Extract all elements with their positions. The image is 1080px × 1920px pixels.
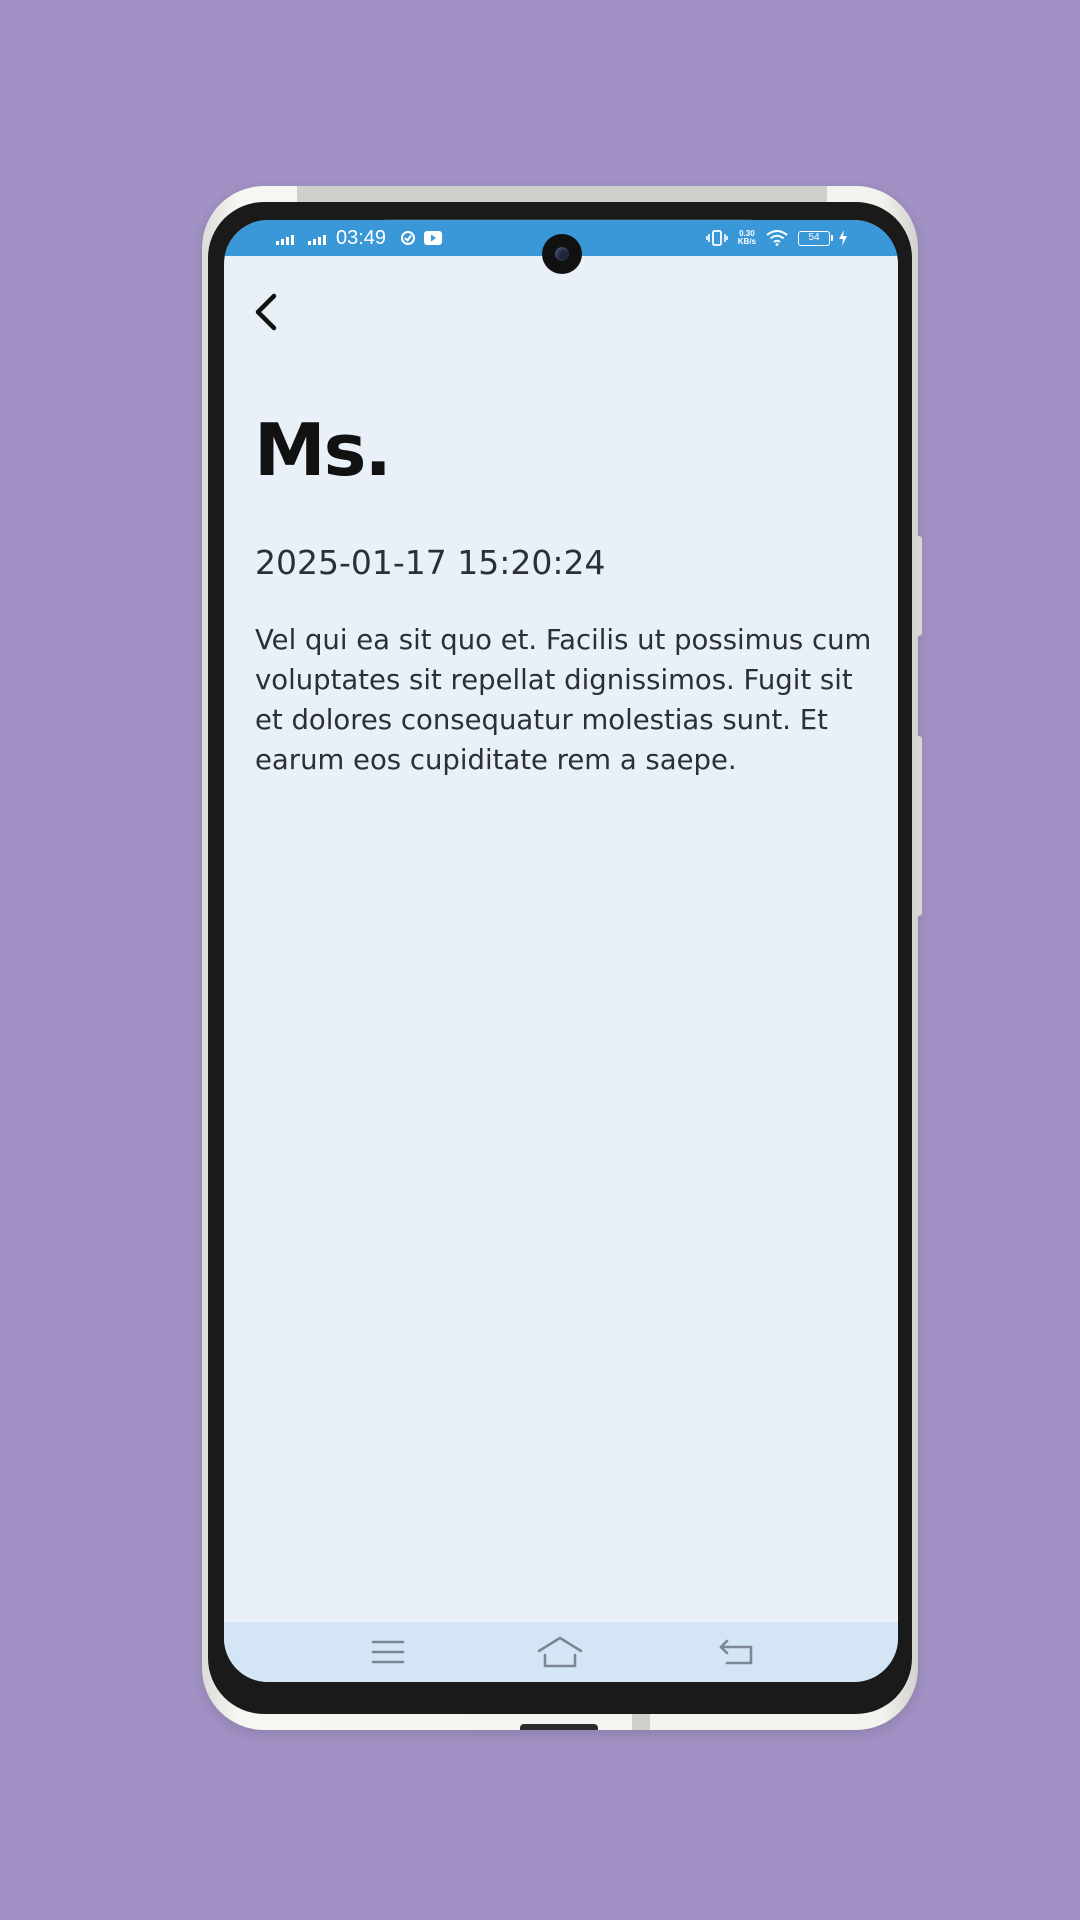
signal-icon [308,231,326,245]
screen: 03:49 0.30 KB/s 54 Ms. 2025-01-17 15:20:… [224,220,898,1682]
youtube-icon [424,231,443,245]
detail-title: Ms. [254,408,392,492]
phone-bottom-tab [632,1714,650,1730]
vibrate-icon [705,230,728,246]
menu-icon [371,1640,405,1664]
back-button[interactable] [244,286,288,338]
back-icon [719,1639,753,1665]
phone-bezel: 03:49 0.30 KB/s 54 Ms. 2025-01-17 15:20:… [208,202,912,1714]
navigation-bar [224,1622,898,1682]
chevron-left-icon [255,293,277,331]
phone-frame: 03:49 0.30 KB/s 54 Ms. 2025-01-17 15:20:… [202,186,922,1730]
network-speed-unit: KB/s [737,237,756,246]
front-camera [542,234,582,274]
home-button[interactable] [536,1634,584,1670]
signal-icon [276,231,294,245]
charging-icon [838,230,848,246]
volume-button [916,536,922,636]
status-right: 0.30 KB/s 54 [705,220,848,256]
network-speed: 0.30 KB/s [738,230,756,246]
recent-apps-button[interactable] [364,1634,412,1670]
wifi-icon [766,230,788,246]
detail-body: Vel qui ea sit quo et. Facilis ut possim… [255,624,872,776]
home-icon [537,1636,583,1668]
sync-icon [400,230,416,246]
power-button [916,736,922,916]
battery-icon: 54 [798,230,833,246]
system-back-button[interactable] [712,1634,760,1670]
status-left: 03:49 [276,220,443,256]
status-time: 03:49 [336,226,387,249]
phone-bottom-port [520,1724,598,1730]
detail-timestamp: 2025-01-17 15:20:24 [255,543,606,582]
